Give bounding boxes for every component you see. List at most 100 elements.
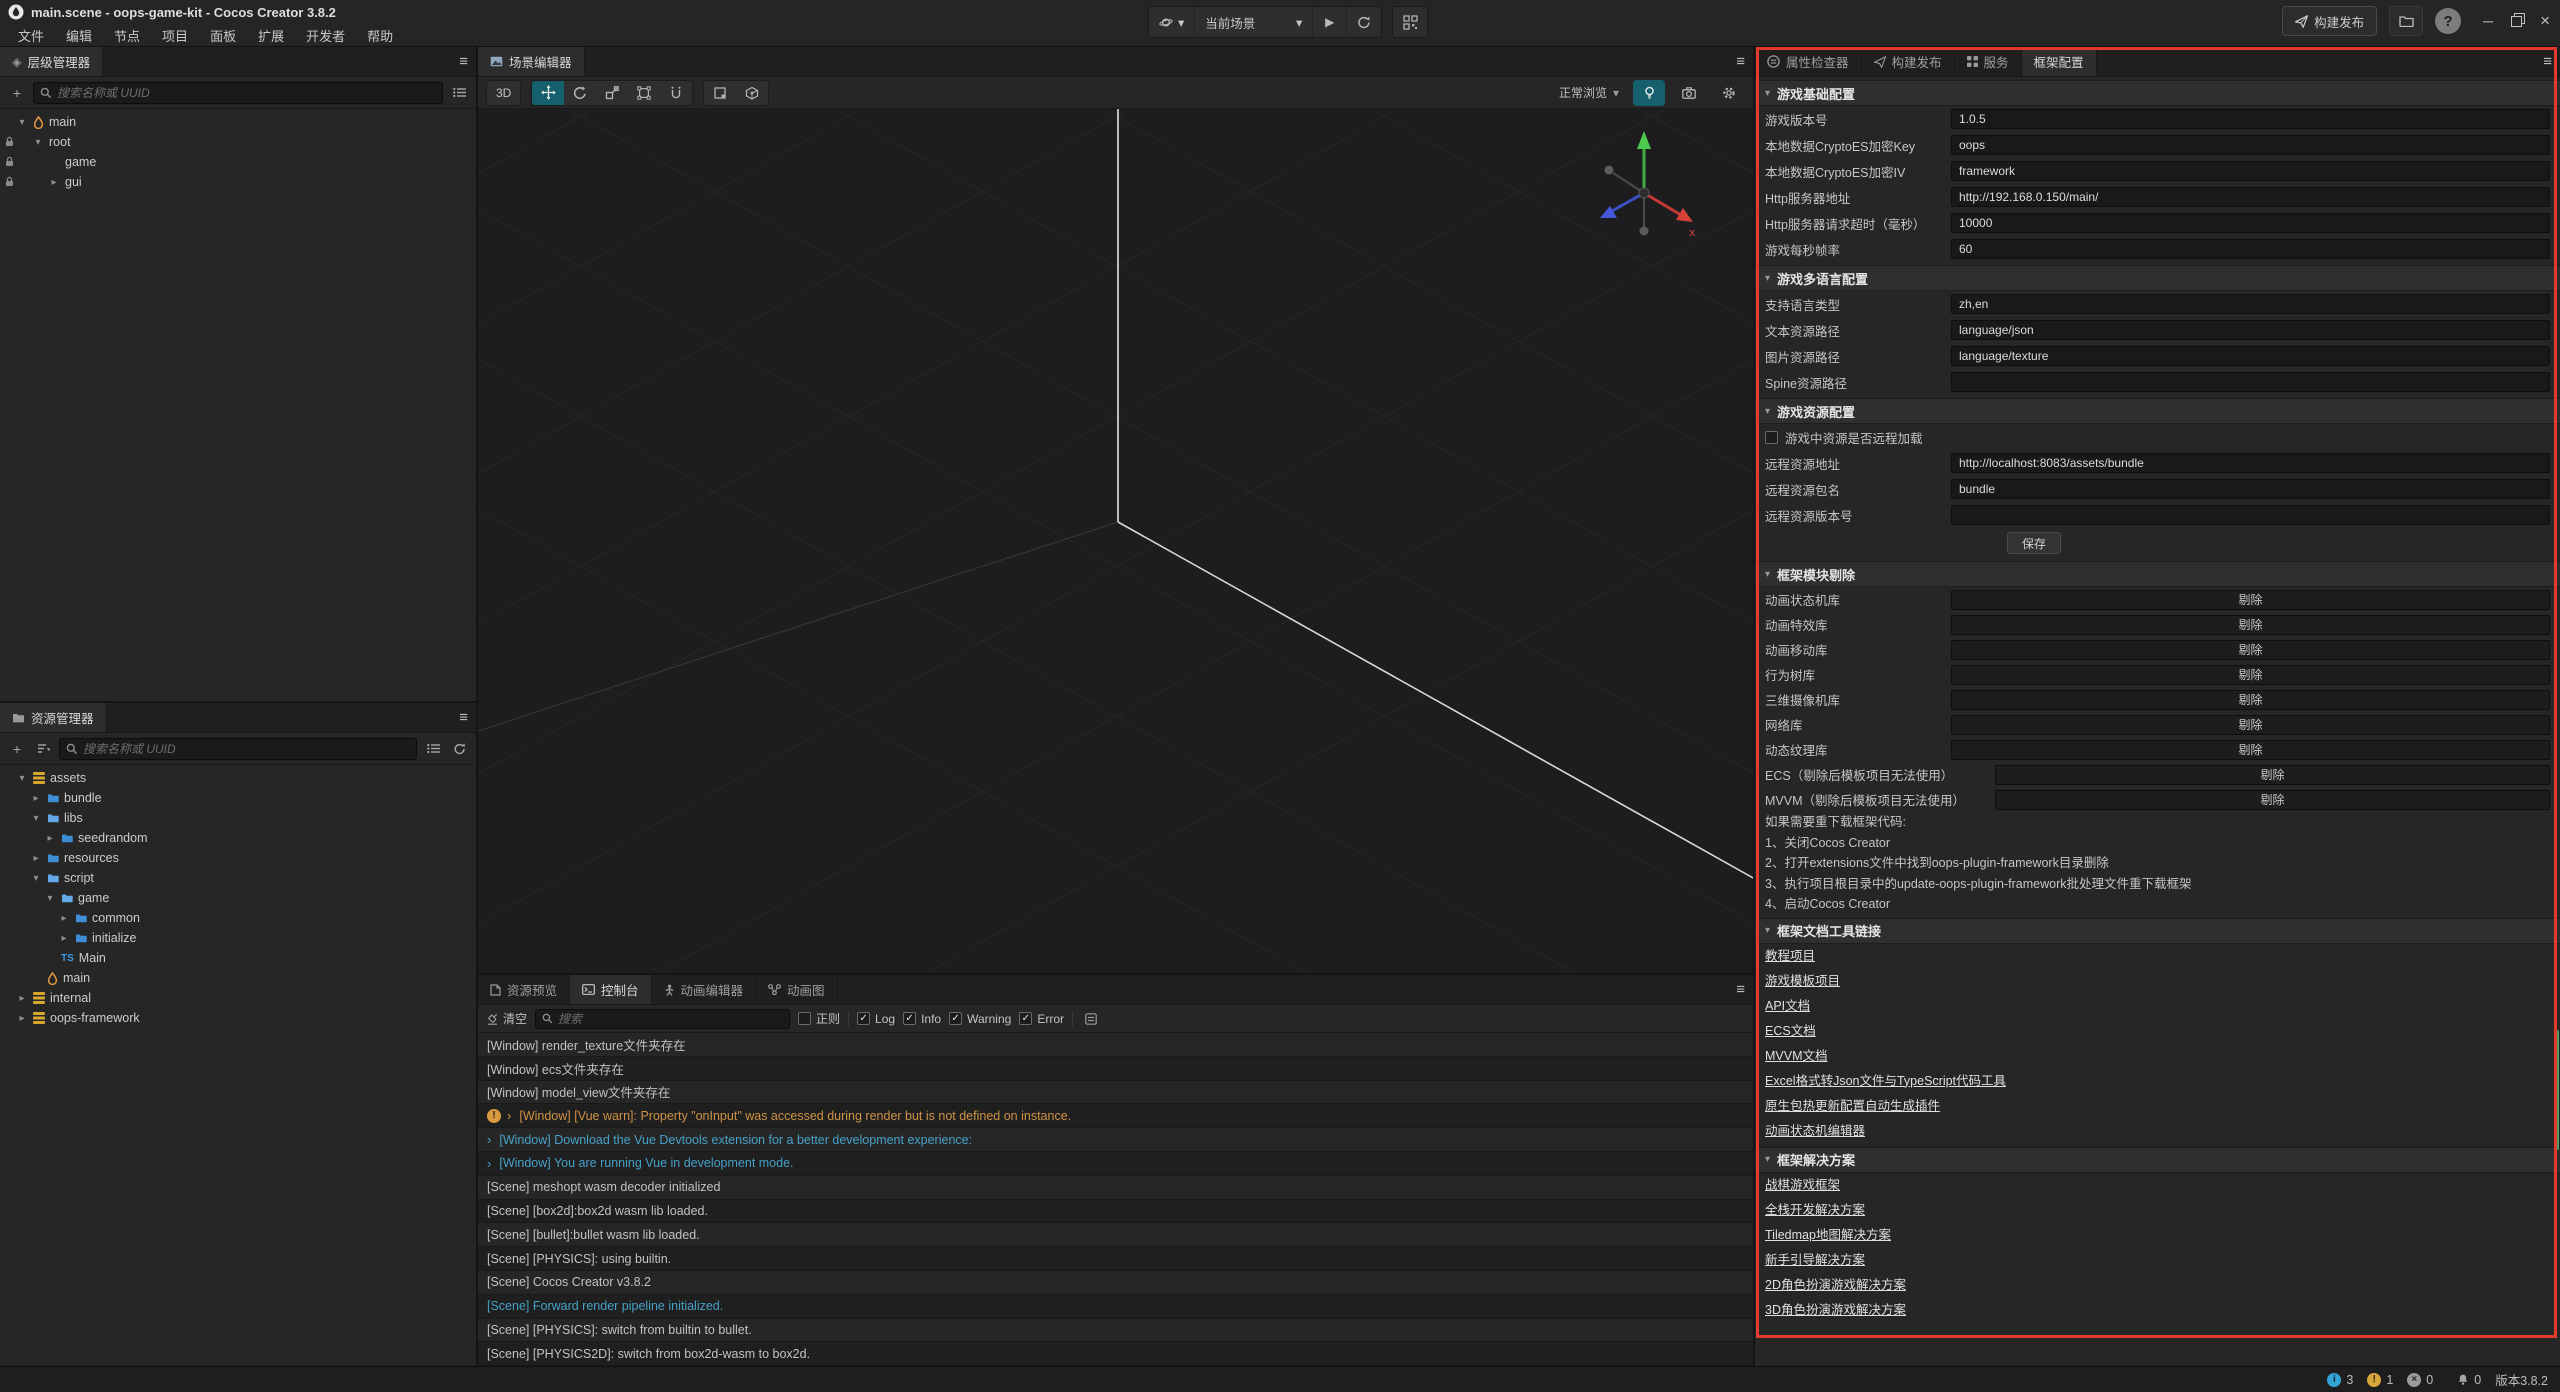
inspector-menu-icon[interactable]: ≡ — [2543, 47, 2552, 76]
scale-tool-button[interactable] — [596, 80, 628, 106]
menu-item-node[interactable]: 节点 — [104, 24, 150, 47]
asset-item-main-ts[interactable]: TSMain — [0, 948, 476, 968]
rotate-tool-button[interactable] — [564, 80, 596, 106]
asset-filter-icon[interactable] — [423, 739, 443, 759]
scene-viewport[interactable]: x — [478, 109, 1753, 973]
link-guide[interactable]: 新手引导解决方案 — [1755, 1248, 2560, 1273]
open-project-folder-button[interactable] — [2389, 6, 2423, 36]
lock-icon[interactable] — [5, 156, 14, 167]
node-filter-icon[interactable] — [449, 83, 469, 103]
asset-item-script[interactable]: ▾script — [0, 868, 476, 888]
expand-chevron-icon[interactable]: › — [487, 1132, 491, 1147]
chevron-right-icon[interactable]: ▸ — [16, 993, 28, 1004]
expand-chevron-icon[interactable]: › — [487, 1156, 491, 1171]
restore-button[interactable] — [2511, 16, 2522, 27]
expand-chevron-icon[interactable]: › — [507, 1108, 511, 1123]
tab-animation-graph[interactable]: 动画图 — [756, 975, 838, 1004]
game-version-input[interactable] — [1951, 109, 2550, 129]
tab-scene-editor[interactable]: 场景编辑器 — [478, 47, 585, 76]
tab-framework-config[interactable]: 框架配置 — [2022, 47, 2097, 76]
trim-button[interactable]: 剔除 — [1951, 715, 2550, 735]
help-button[interactable]: ? — [2435, 8, 2461, 34]
asset-item-assets[interactable]: ▾assets — [0, 768, 476, 788]
rect-tool-button[interactable] — [628, 80, 660, 106]
link-excel-tool[interactable]: Excel格式转Json文件与TypeScript代码工具 — [1755, 1069, 2560, 1094]
console-message-info[interactable]: ›[Window] Download the Vue Devtools exte… — [478, 1128, 1753, 1152]
remote-res-bundle-input[interactable] — [1951, 479, 2550, 499]
hierarchy-node-game[interactable]: game — [0, 152, 476, 172]
crypto-key-input[interactable] — [1951, 135, 2550, 155]
link-animator-editor[interactable]: 动画状态机编辑器 — [1755, 1119, 2560, 1144]
tab-assets[interactable]: 资源管理器 — [0, 703, 107, 732]
lock-icon[interactable] — [5, 136, 14, 147]
chevron-down-icon[interactable]: ▾ — [30, 873, 42, 884]
link-tiledmap[interactable]: Tiledmap地图解决方案 — [1755, 1223, 2560, 1248]
asset-item-resources[interactable]: ▸resources — [0, 848, 476, 868]
menu-item-project[interactable]: 项目 — [152, 24, 198, 47]
chevron-down-icon[interactable]: ▾ — [44, 893, 56, 904]
tab-console[interactable]: 控制台 — [570, 975, 652, 1004]
link-template-project[interactable]: 游戏模板项目 — [1755, 969, 2560, 994]
section-multilanguage-config[interactable]: ▾游戏多语言配置 — [1755, 265, 2560, 291]
assets-search[interactable] — [59, 738, 417, 760]
chevron-down-icon[interactable]: ▾ — [16, 117, 28, 128]
asset-item-initialize[interactable]: ▸initialize — [0, 928, 476, 948]
language-types-input[interactable] — [1951, 294, 2550, 314]
console-message[interactable]: [Scene] [box2d]:box2d wasm lib loaded. — [478, 1200, 1753, 1224]
chevron-right-icon[interactable]: ▸ — [58, 933, 70, 944]
image-res-path-input[interactable] — [1951, 346, 2550, 366]
hierarchy-node-gui[interactable]: ▸ gui — [0, 172, 476, 192]
link-war-chess[interactable]: 战棋游戏框架 — [1755, 1173, 2560, 1198]
status-error-count[interactable]: × 0 — [2407, 1373, 2433, 1387]
asset-item-internal[interactable]: ▸internal — [0, 988, 476, 1008]
hierarchy-search[interactable] — [33, 82, 443, 104]
tab-property-inspector[interactable]: 属性检查器 — [1755, 47, 1862, 76]
assets-menu-icon[interactable]: ≡ — [459, 703, 468, 732]
sort-assets-icon[interactable] — [33, 739, 53, 759]
build-publish-button[interactable]: 构建发布 — [2282, 6, 2377, 36]
console-message-warning[interactable]: !›[Window] [Vue warn]: Property "onInput… — [478, 1104, 1753, 1128]
menu-item-extension[interactable]: 扩展 — [248, 24, 294, 47]
menu-item-developer[interactable]: 开发者 — [296, 24, 355, 47]
minimize-button[interactable]: ─ — [2483, 13, 2493, 29]
menu-item-edit[interactable]: 编辑 — [56, 24, 102, 47]
hierarchy-search-input[interactable] — [57, 86, 436, 100]
menu-item-panel[interactable]: 面板 — [200, 24, 246, 47]
create-node-button[interactable]: + — [7, 83, 27, 103]
scene-select-dropdown[interactable]: 当前场景 ▾ — [1195, 7, 1313, 37]
frame-rate-input[interactable] — [1951, 239, 2550, 259]
refresh-assets-icon[interactable] — [449, 739, 469, 759]
section-game-base-config[interactable]: ▾游戏基础配置 — [1755, 80, 2560, 106]
ui-transform-tool-button[interactable] — [660, 80, 692, 106]
mode-3d-button[interactable]: 3D — [486, 80, 521, 106]
lighting-toggle-button[interactable] — [1633, 80, 1665, 106]
link-ecs-docs[interactable]: ECS文档 — [1755, 1019, 2560, 1044]
chevron-right-icon[interactable]: ▸ — [48, 177, 60, 188]
link-api-docs[interactable]: API文档 — [1755, 994, 2560, 1019]
tab-hierarchy[interactable]: ◈ 层级管理器 — [0, 47, 103, 76]
link-hotupdate-plugin[interactable]: 原生包热更新配置自动生成插件 — [1755, 1094, 2560, 1119]
asset-item-common[interactable]: ▸common — [0, 908, 476, 928]
platform-select[interactable]: ▾ — [1149, 7, 1195, 37]
crypto-iv-input[interactable] — [1951, 161, 2550, 181]
console-message[interactable]: [Window] render_texture文件夹存在 — [478, 1033, 1753, 1057]
remote-res-version-input[interactable] — [1951, 505, 2550, 525]
link-tutorial-project[interactable]: 教程项目 — [1755, 944, 2560, 969]
status-info-count[interactable]: i 3 — [2327, 1373, 2353, 1387]
hierarchy-node-main[interactable]: ▾ main — [0, 112, 476, 132]
filter-info-checkbox[interactable]: ✓ Info — [903, 1012, 941, 1026]
link-3d-rpg[interactable]: 3D角色扮演游戏解决方案 — [1755, 1298, 2560, 1323]
console-message[interactable]: [Scene] Cocos Creator v3.8.2 — [478, 1271, 1753, 1295]
chevron-right-icon[interactable]: ▸ — [58, 913, 70, 924]
http-server-input[interactable] — [1951, 187, 2550, 207]
chevron-right-icon[interactable]: ▸ — [44, 833, 56, 844]
collapse-logs-icon[interactable] — [1081, 1009, 1101, 1029]
scene-settings-gear-icon[interactable] — [1713, 80, 1745, 106]
status-warning-count[interactable]: ! 1 — [2367, 1373, 2393, 1387]
trim-button[interactable]: 剔除 — [1951, 665, 2550, 685]
console-message[interactable]: [Window] model_view文件夹存在 — [478, 1081, 1753, 1105]
console-message[interactable]: [Scene] [bullet]:bullet wasm lib loaded. — [478, 1223, 1753, 1247]
filter-error-checkbox[interactable]: ✓ Error — [1019, 1012, 1064, 1026]
console-message-info[interactable]: ›[Window] You are running Vue in develop… — [478, 1152, 1753, 1176]
scene-camera-button[interactable] — [1673, 80, 1705, 106]
